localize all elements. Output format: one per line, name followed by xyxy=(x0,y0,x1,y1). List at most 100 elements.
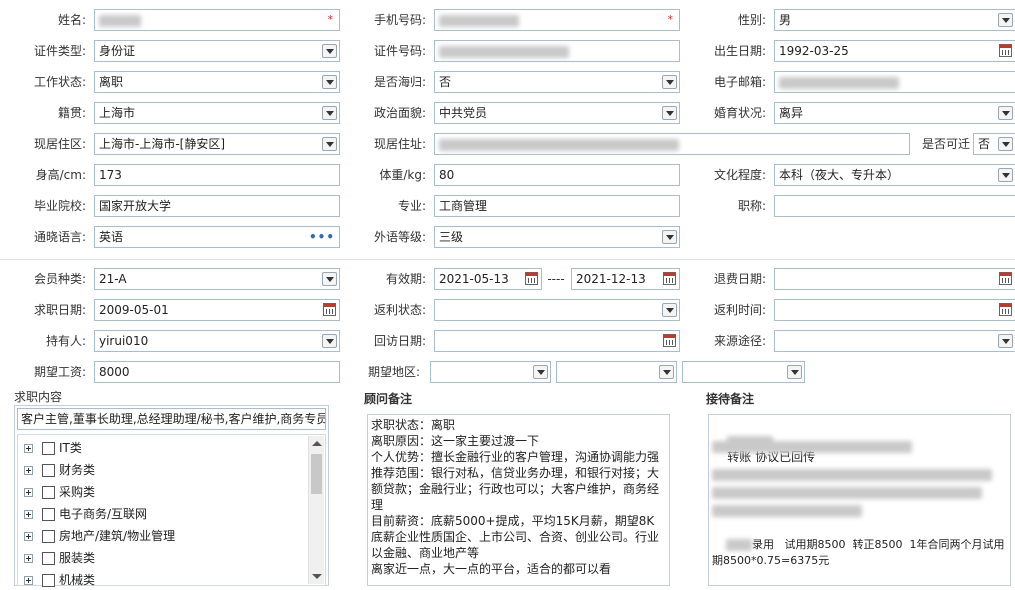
expand-icon[interactable] xyxy=(24,466,33,475)
salary-value: 8000 xyxy=(99,365,130,379)
chevron-down-icon[interactable] xyxy=(998,137,1013,151)
tree-item[interactable]: 机械类 xyxy=(24,570,95,590)
school-value: 国家开放大学 xyxy=(99,199,172,213)
chevron-down-icon[interactable] xyxy=(998,334,1013,348)
overseas-select[interactable]: 否 xyxy=(434,71,680,93)
chevron-down-icon[interactable] xyxy=(322,272,337,286)
overseas-value: 否 xyxy=(439,75,452,89)
language-label: 通晓语言: xyxy=(33,230,86,244)
idtype-select[interactable]: 身份证 xyxy=(94,40,340,62)
expand-icon[interactable] xyxy=(24,444,33,453)
chevron-down-icon[interactable] xyxy=(998,168,1013,182)
calendar-icon[interactable] xyxy=(999,303,1012,316)
calendar-icon[interactable] xyxy=(999,44,1012,57)
chevron-down-icon[interactable] xyxy=(322,75,337,89)
chevron-down-icon[interactable] xyxy=(322,44,337,58)
weight-field[interactable]: 80 xyxy=(434,164,680,186)
education-select[interactable]: 本科（夜大、专升本） xyxy=(774,164,1015,186)
job-date-field[interactable]: 2009-05-01 xyxy=(94,299,340,321)
chevron-down-icon[interactable] xyxy=(659,365,674,379)
native-select[interactable]: 上海市 xyxy=(94,102,340,124)
language-field[interactable]: 英语 ••• xyxy=(94,226,340,248)
checkbox[interactable] xyxy=(42,508,55,521)
idtype-label: 证件类型: xyxy=(33,44,86,58)
chevron-down-icon[interactable] xyxy=(662,230,677,244)
chevron-down-icon[interactable] xyxy=(787,365,802,379)
tree-item[interactable]: IT类 xyxy=(24,438,82,458)
residence-label: 现居住区: xyxy=(33,137,86,151)
valid-to-field[interactable]: 2021-12-13 xyxy=(571,268,680,290)
marital-select[interactable]: 离异 xyxy=(774,102,1015,124)
chevron-down-icon[interactable] xyxy=(533,365,548,379)
region-city-select[interactable] xyxy=(556,361,677,383)
chevron-down-icon[interactable] xyxy=(322,334,337,348)
region-province-select[interactable] xyxy=(430,361,551,383)
chevron-down-icon[interactable] xyxy=(662,106,677,120)
tree-scrollbar[interactable] xyxy=(308,436,324,584)
work-status-select[interactable]: 离职 xyxy=(94,71,340,93)
calendar-icon[interactable] xyxy=(323,303,336,316)
residence-select[interactable]: 上海市-上海市-[静安区] xyxy=(94,133,340,155)
chevron-down-icon[interactable] xyxy=(322,137,337,151)
reception-note-box[interactable]: 转账 协议已回传 录用 试用期8500 转正8500 1年合同两个月试用期850… xyxy=(708,414,1011,586)
valid-from-field[interactable]: 2021-05-13 xyxy=(434,268,542,290)
relocate-select[interactable]: 否 xyxy=(973,133,1015,155)
expand-icon[interactable] xyxy=(24,488,33,497)
expand-icon[interactable] xyxy=(24,532,33,541)
rebate-time-field[interactable] xyxy=(774,299,1015,321)
calendar-icon[interactable] xyxy=(663,272,676,285)
revisit-date-field[interactable] xyxy=(434,330,680,352)
school-field[interactable]: 国家开放大学 xyxy=(94,195,340,217)
calendar-icon[interactable] xyxy=(999,272,1012,285)
salary-field[interactable]: 8000 xyxy=(94,361,340,383)
chevron-down-icon[interactable] xyxy=(662,303,677,317)
scroll-up-icon[interactable] xyxy=(312,441,322,446)
tree-item[interactable]: 财务类 xyxy=(24,460,95,480)
more-icon[interactable]: ••• xyxy=(309,227,335,247)
refund-date-field[interactable] xyxy=(774,268,1015,290)
expand-icon[interactable] xyxy=(24,554,33,563)
chevron-down-icon[interactable] xyxy=(322,106,337,120)
checkbox[interactable] xyxy=(42,442,55,455)
job-content-selected-value: 客户主管,董事长助理,总经理助理/秘书,客户维护,商务专员 xyxy=(21,412,326,426)
chevron-down-icon[interactable] xyxy=(662,75,677,89)
height-field[interactable]: 173 xyxy=(94,164,340,186)
address-field[interactable] xyxy=(434,133,910,155)
holder-select[interactable]: yirui010 xyxy=(94,330,340,352)
checkbox[interactable] xyxy=(42,552,55,565)
region-district-select[interactable] xyxy=(682,361,805,383)
expand-icon[interactable] xyxy=(24,576,33,585)
valid-label: 有效期: xyxy=(385,272,426,286)
idno-field[interactable] xyxy=(434,40,680,62)
language-level-select[interactable]: 三级 xyxy=(434,226,680,248)
calendar-icon[interactable] xyxy=(663,334,676,347)
chevron-down-icon[interactable] xyxy=(998,13,1013,27)
email-field[interactable] xyxy=(774,71,1015,93)
checkbox[interactable] xyxy=(42,486,55,499)
member-type-select[interactable]: 21-A xyxy=(94,268,340,290)
birth-field[interactable]: 1992-03-25 xyxy=(774,40,1015,62)
tree-item[interactable]: 电子商务/互联网 xyxy=(24,504,147,524)
political-select[interactable]: 中共党员 xyxy=(434,102,680,124)
tree-item[interactable]: 房地产/建筑/物业管理 xyxy=(24,526,175,546)
scroll-down-icon[interactable] xyxy=(312,574,322,579)
checkbox[interactable] xyxy=(42,530,55,543)
scroll-thumb[interactable] xyxy=(311,454,322,494)
checkbox[interactable] xyxy=(42,574,55,587)
rebate-status-select[interactable] xyxy=(434,299,680,321)
phone-field[interactable]: * xyxy=(434,9,680,31)
checkbox[interactable] xyxy=(42,464,55,477)
major-field[interactable]: 工商管理 xyxy=(434,195,680,217)
title-field[interactable] xyxy=(774,195,1015,217)
source-select[interactable] xyxy=(774,330,1015,352)
valid-from-value: 2021-05-13 xyxy=(439,272,509,286)
tree-item[interactable]: 采购类 xyxy=(24,482,95,502)
calendar-icon[interactable] xyxy=(525,272,538,285)
job-content-selected[interactable]: 客户主管,董事长助理,总经理助理/秘书,客户维护,商务专员 xyxy=(17,408,326,430)
name-field[interactable]: * xyxy=(94,9,340,31)
expand-icon[interactable] xyxy=(24,510,33,519)
tree-item[interactable]: 服装类 xyxy=(24,548,95,568)
chevron-down-icon[interactable] xyxy=(998,106,1013,120)
advisor-note-box[interactable]: 求职状态：离职 离职原因：这一家主要过渡一下 个人优势：擅长金融行业的客户管理，… xyxy=(367,414,670,586)
gender-select[interactable]: 男 xyxy=(774,9,1015,31)
